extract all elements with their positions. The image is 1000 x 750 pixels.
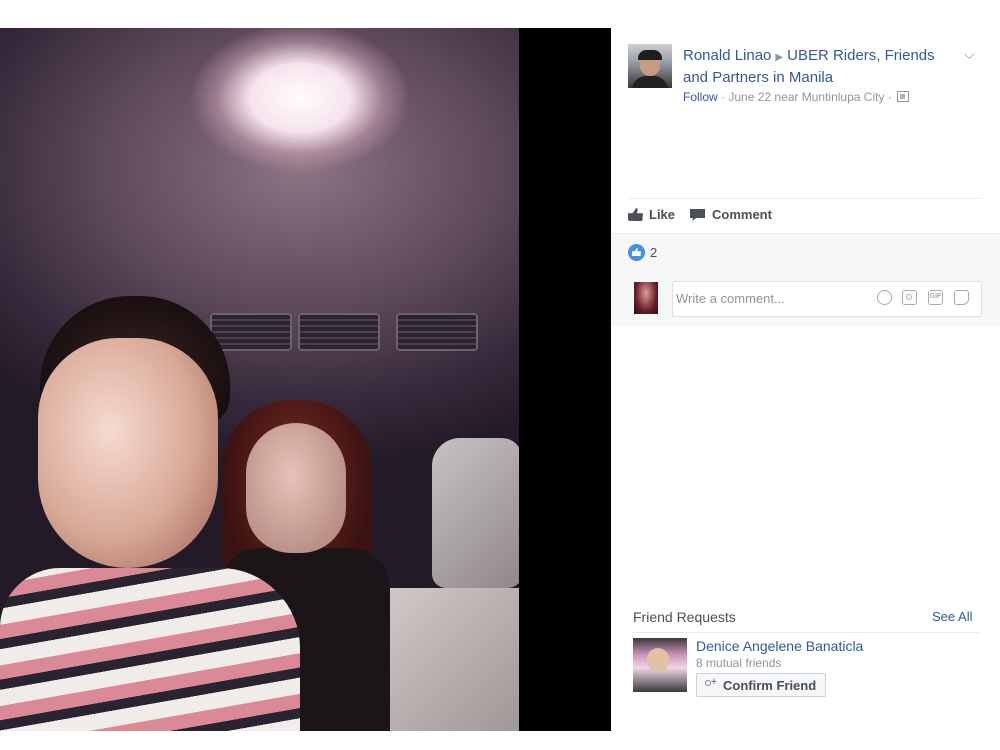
group-audience-icon[interactable]	[897, 91, 910, 102]
confirm-friend-label: Confirm Friend	[723, 677, 817, 693]
like-button[interactable]: Like	[628, 207, 675, 222]
divider	[633, 632, 980, 633]
mutual-friends-count[interactable]: 8 mutual friends	[696, 656, 781, 670]
friend-requests-header: Friend Requests	[633, 609, 736, 625]
friend-request-name[interactable]: Denice Angelene Banaticla	[696, 638, 863, 654]
chevron-down-icon[interactable]: ⌵	[964, 46, 975, 63]
man-face	[38, 338, 218, 568]
car-vent	[396, 313, 478, 351]
post-timestamp-location[interactable]: · June 22 near Muntinlupa City ·	[718, 90, 895, 104]
seat-headrest	[432, 438, 519, 588]
add-friend-icon	[705, 677, 717, 690]
post-meta: Follow · June 22 near Muntinlupa City ·	[683, 90, 910, 104]
like-label: Like	[649, 207, 676, 222]
like-count[interactable]: 2	[650, 245, 657, 260]
post-photo	[0, 28, 519, 731]
woman-face	[246, 423, 346, 553]
post-actions-bar: Like Comment	[628, 198, 982, 233]
comment-label: Comment	[712, 207, 772, 222]
man-shirt	[0, 568, 300, 731]
sticker-icon[interactable]	[954, 290, 969, 305]
see-all-link[interactable]: See All	[932, 609, 972, 624]
car-vent	[298, 313, 380, 351]
arrow-right-icon: ▶	[775, 52, 784, 63]
friend-request-avatar[interactable]	[633, 638, 687, 692]
follow-link[interactable]: Follow	[683, 90, 718, 104]
comment-bubble-icon	[690, 209, 705, 221]
author-name-link[interactable]: Ronald Linao	[683, 47, 771, 64]
post-header: Ronald Linao ▶ UBER Riders, Friends and Pa…	[683, 46, 963, 88]
current-user-avatar	[634, 282, 658, 314]
photo-viewer[interactable]	[0, 28, 611, 731]
camera-icon[interactable]	[902, 290, 917, 305]
like-reaction-icon[interactable]	[628, 244, 645, 261]
comment-button[interactable]: Comment	[690, 207, 772, 222]
emoji-icon[interactable]	[877, 290, 892, 305]
thumbs-up-icon	[628, 208, 643, 221]
author-avatar[interactable]	[628, 44, 672, 88]
gif-icon[interactable]: GIF	[928, 290, 943, 305]
confirm-friend-button[interactable]: Confirm Friend	[696, 673, 826, 697]
comment-placeholder: Write a comment...	[676, 291, 785, 306]
car-vent	[210, 313, 292, 351]
